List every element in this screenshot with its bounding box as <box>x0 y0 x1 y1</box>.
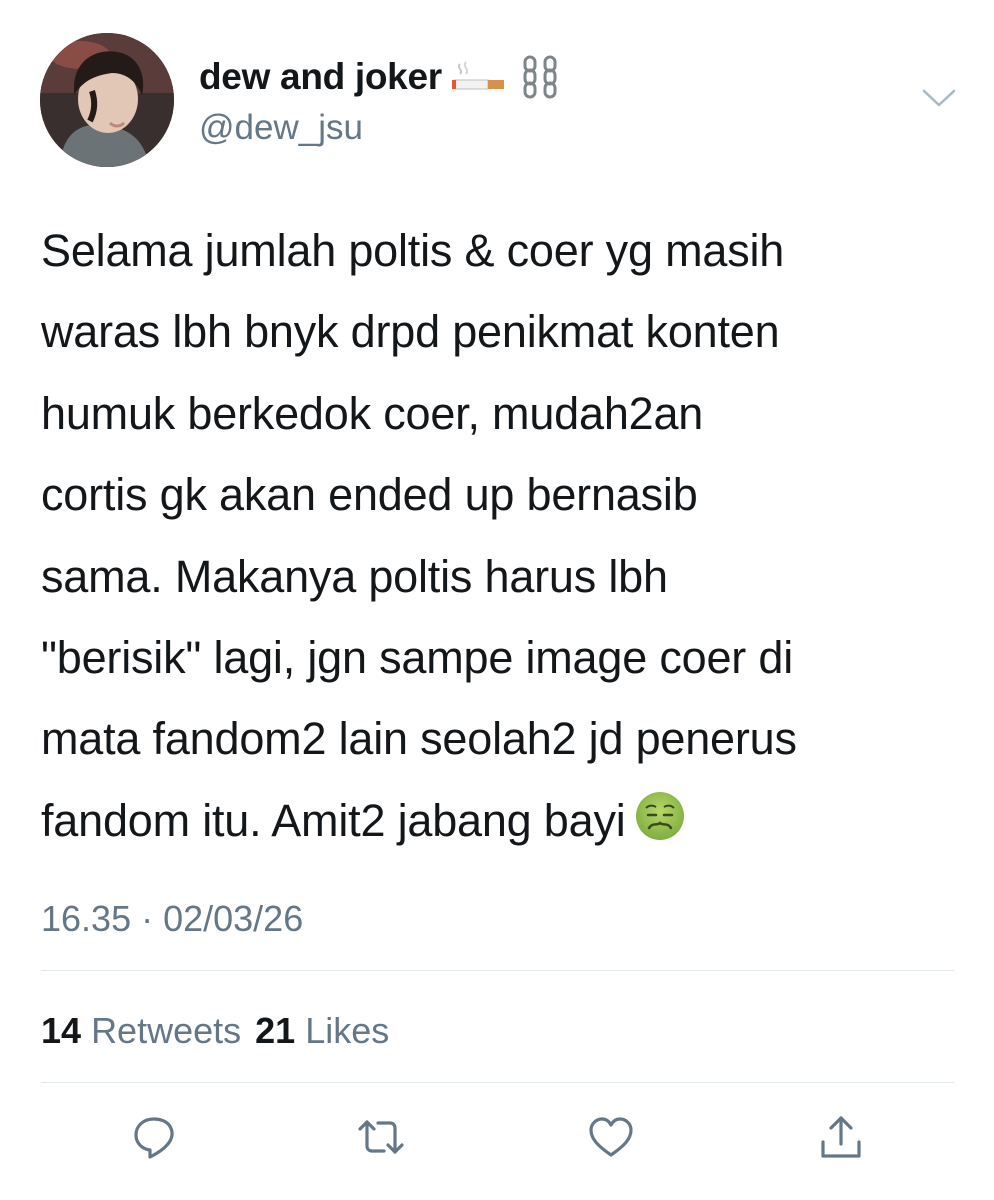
tweet-line: "berisik" lagi, jgn sampe image coer di <box>41 631 793 683</box>
retweet-icon[interactable] <box>356 1112 406 1162</box>
avatar[interactable] <box>40 33 174 167</box>
cigarette-emoji <box>451 60 508 94</box>
likes-count: 21 <box>255 1010 296 1051</box>
avatar-photo <box>40 33 174 167</box>
tweet-line: mata fandom2 lain seolah2 jd penerus <box>41 713 797 765</box>
retweets-count: 14 <box>41 1010 82 1051</box>
divider <box>41 970 954 971</box>
engagement-stats: 14 Retweets 21 Likes <box>41 1010 389 1052</box>
like-icon[interactable] <box>586 1112 636 1162</box>
tweet-line: waras lbh bnyk drpd penikmat konten <box>41 306 780 358</box>
reply-icon[interactable] <box>130 1112 180 1162</box>
timestamp[interactable]: 16.35 · 02/03/26 <box>41 898 303 940</box>
divider <box>41 1082 954 1083</box>
chevron-down-icon[interactable] <box>921 86 957 110</box>
tweet-line: fandom itu. Amit2 jabang bayi <box>41 794 626 846</box>
retweets-label: Retweets <box>91 1010 242 1051</box>
likes-stat[interactable]: 21 Likes <box>255 1010 389 1051</box>
display-name[interactable]: dew and joker <box>199 56 442 98</box>
chains-emoji <box>522 55 560 99</box>
nauseated-face-emoji <box>634 786 686 867</box>
display-name-row[interactable]: dew and joker <box>199 55 560 99</box>
tweet-line-last: fandom itu. Amit2 jabang bayi <box>41 780 961 861</box>
share-icon[interactable] <box>816 1112 866 1162</box>
likes-label: Likes <box>305 1010 390 1051</box>
user-handle[interactable]: @dew_jsu <box>199 108 363 148</box>
tweet-line: humuk berkedok coer, mudah2an <box>41 387 704 439</box>
tweet-line: sama. Makanya poltis harus lbh <box>41 550 668 602</box>
tweet-line: Selama jumlah poltis & coer yg masih <box>41 225 785 276</box>
tweet-line: cortis gk akan ended up bernasib <box>41 469 698 521</box>
retweets-stat[interactable]: 14 Retweets <box>41 1010 241 1051</box>
tweet-text: Selama jumlah poltis & coer yg masih war… <box>41 210 961 861</box>
